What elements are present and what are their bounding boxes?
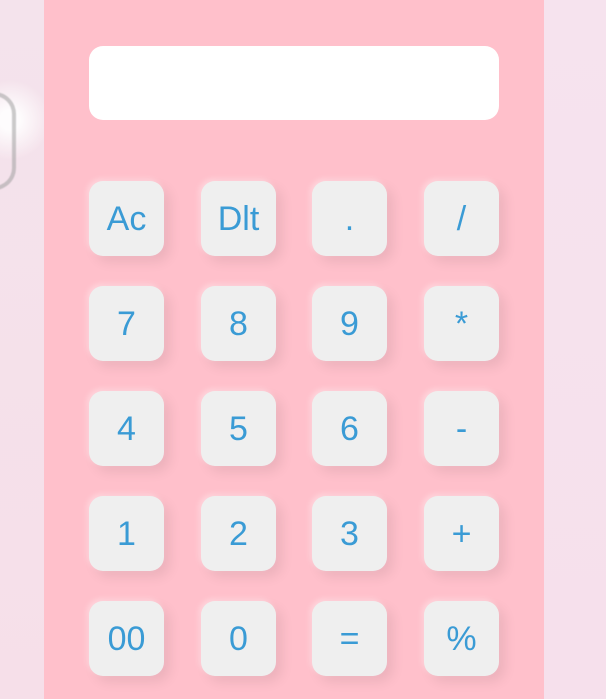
key-decimal-label: . [344, 199, 355, 238]
key-2-button[interactable]: 2 [201, 496, 276, 571]
key-divide-label: / [456, 199, 467, 238]
key-4-label: 4 [117, 409, 136, 448]
key-divide-button[interactable]: / [424, 181, 499, 256]
key-3-button[interactable]: 3 [312, 496, 387, 571]
key-9-button[interactable]: 9 [312, 286, 387, 361]
key-percent-label: % [446, 619, 477, 658]
key-00-label: 00 [107, 619, 146, 658]
key-5-button[interactable]: 5 [201, 391, 276, 466]
key-multiply-label: * [454, 304, 469, 343]
key-decimal-button[interactable]: . [312, 181, 387, 256]
key-6-button[interactable]: 6 [312, 391, 387, 466]
calculator-display[interactable] [89, 46, 499, 120]
key-subtract-label: - [455, 409, 468, 448]
key-0-label: 0 [229, 619, 248, 658]
key-2-label: 2 [229, 514, 248, 553]
background-left [0, 0, 44, 699]
key-1-button[interactable]: 1 [89, 496, 164, 571]
key-delete-label: Dlt [217, 199, 260, 238]
background-right [544, 0, 606, 699]
key-delete-button[interactable]: Dlt [201, 181, 276, 256]
key-6-label: 6 [340, 409, 359, 448]
key-ac-label: Ac [106, 199, 147, 238]
key-9-label: 9 [340, 304, 359, 343]
key-8-button[interactable]: 8 [201, 286, 276, 361]
key-0-button[interactable]: 0 [201, 601, 276, 676]
key-add-button[interactable]: + [424, 496, 499, 571]
background-hook-decoration [0, 92, 16, 190]
calculator-panel: Ac Dlt . / 7 8 9 * 4 5 6 - 1 2 3 + 00 0 … [44, 0, 544, 699]
key-7-label: 7 [117, 304, 136, 343]
key-add-label: + [451, 514, 472, 553]
key-3-label: 3 [340, 514, 359, 553]
key-subtract-button[interactable]: - [424, 391, 499, 466]
key-equals-label: = [339, 619, 360, 658]
key-percent-button[interactable]: % [424, 601, 499, 676]
key-4-button[interactable]: 4 [89, 391, 164, 466]
key-1-label: 1 [117, 514, 136, 553]
key-00-button[interactable]: 00 [89, 601, 164, 676]
key-5-label: 5 [229, 409, 248, 448]
key-ac-button[interactable]: Ac [89, 181, 164, 256]
key-equals-button[interactable]: = [312, 601, 387, 676]
key-multiply-button[interactable]: * [424, 286, 499, 361]
key-8-label: 8 [229, 304, 248, 343]
key-7-button[interactable]: 7 [89, 286, 164, 361]
